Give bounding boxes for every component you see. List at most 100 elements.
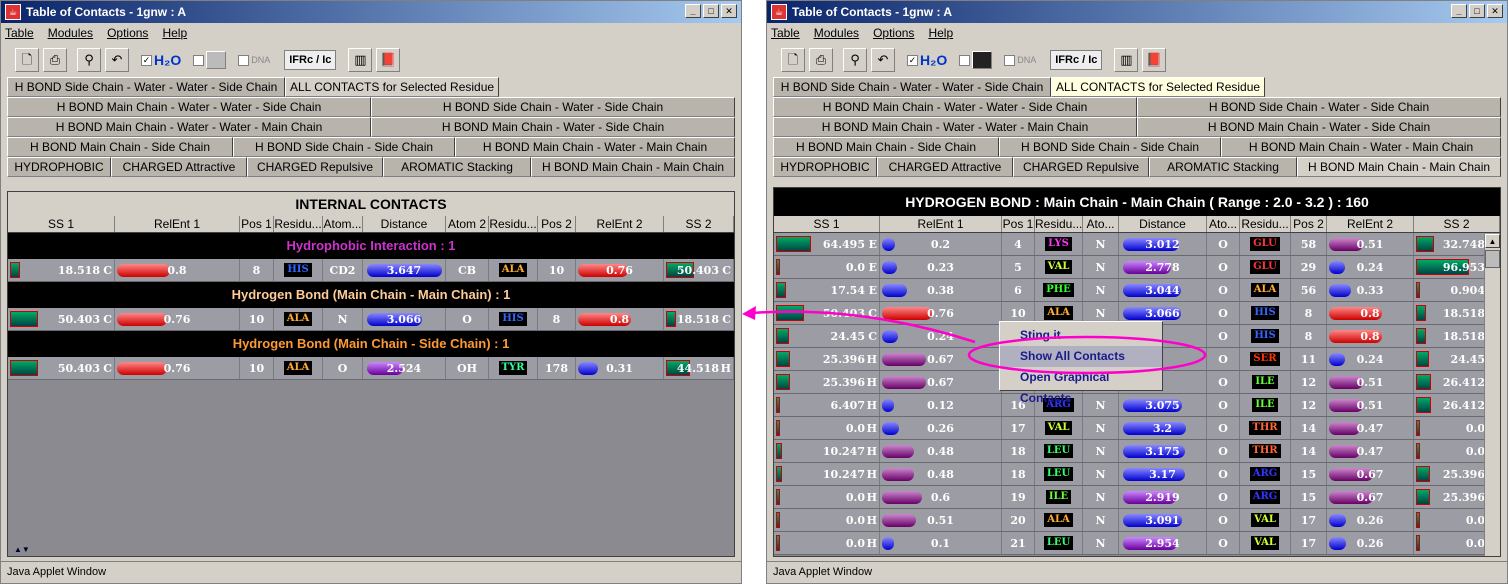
- table-row[interactable]: 64.495E 0.2 4 LYS N 3.012 O GLU 58 0.51 32.748 E: [774, 233, 1500, 256]
- column-header[interactable]: Pos 2: [538, 216, 576, 232]
- column-header[interactable]: Distance: [1119, 216, 1207, 232]
- table-row[interactable]: 0.0H0.121LEUN2.954OVAL170.260.0H: [774, 532, 1500, 555]
- print-icon[interactable]: ⎙: [809, 48, 833, 72]
- new-file-icon[interactable]: 🗋: [15, 48, 39, 72]
- tab-charged-repulsive[interactable]: CHARGED Repulsive: [247, 157, 383, 177]
- table-row[interactable]: 50.403 C 0.76 10 ALA O 2.524 OH TYR 178 0.31 44.518…: [8, 357, 734, 380]
- menu-item-sting-it[interactable]: Sting it: [1000, 325, 1162, 346]
- table-row[interactable]: 50.403C0.7610ALAN3.066OHIS80.818.518C: [8, 308, 734, 331]
- menu-modules[interactable]: Modules: [48, 26, 93, 40]
- table-row[interactable]: 10.247H 0.48 18 LEU N 3.175 O THR 14 0.47 0.0 H: [774, 440, 1500, 463]
- binoculars-icon[interactable]: ⚲: [843, 48, 867, 72]
- tab-hbond-mc-w-sc[interactable]: H BOND Main Chain - Water - Side Chain: [371, 117, 735, 137]
- column-header[interactable]: Ato...: [1083, 216, 1119, 232]
- chart-icon[interactable]: ▥: [348, 48, 373, 72]
- close-button[interactable]: ✕: [1487, 4, 1503, 18]
- tab-hbond-mc-w-w-mc[interactable]: H BOND Main Chain - Water - Water - Main…: [773, 117, 1137, 137]
- menu-help[interactable]: Help: [928, 26, 953, 40]
- table-row[interactable]: 17.54E 0.38 6 PHE N 3.044 O ALA 56 0.33 0.904 E: [774, 279, 1500, 302]
- water-checkbox[interactable]: ✓: [141, 54, 152, 66]
- water-checkbox[interactable]: ✓: [907, 54, 918, 66]
- ifrc-button[interactable]: IFRc / Ic: [1050, 50, 1103, 70]
- tab-hbond-sc-sc[interactable]: H BOND Side Chain - Side Chain: [999, 137, 1221, 157]
- tab-hbond-mc-mc[interactable]: H BOND Main Chain - Main Chain: [1297, 157, 1501, 177]
- column-header[interactable]: SS 1: [8, 216, 115, 232]
- tab-hydrophobic[interactable]: HYDROPHOBIC: [7, 157, 111, 177]
- print-icon[interactable]: ⎙: [43, 48, 67, 72]
- tab-hbond-mc-w-mc[interactable]: H BOND Main Chain - Water - Main Chain: [455, 137, 735, 157]
- tab-hbond-mc-w-w-sc[interactable]: H BOND Main Chain - Water - Water - Side…: [7, 97, 371, 117]
- tab-hbond-sc-w-w-sc[interactable]: H BOND Side Chain - Water - Water - Side…: [773, 77, 1051, 97]
- menu-table[interactable]: Table: [771, 26, 800, 40]
- tab-hbond-sc-sc[interactable]: H BOND Side Chain - Side Chain: [233, 137, 455, 157]
- tab-all-contacts[interactable]: ALL CONTACTS for Selected Residue: [285, 77, 500, 97]
- tab-charged-repulsive[interactable]: CHARGED Repulsive: [1013, 157, 1149, 177]
- tab-hydrophobic[interactable]: HYDROPHOBIC: [773, 157, 877, 177]
- tab-hbond-sc-w-w-sc[interactable]: H BOND Side Chain - Water - Water - Side…: [7, 77, 285, 97]
- tab-aromatic-stacking[interactable]: AROMATIC Stacking: [383, 157, 531, 177]
- menu-options[interactable]: Options: [873, 26, 914, 40]
- table-row[interactable]: 0.0H 0.6 19 ILE N 2.919 O ARG 15 0.67 25.396 H: [774, 486, 1500, 509]
- table-row[interactable]: 10.247H 0.48 18 LEU N 3.17 O ARG 15 0.67 25.396 H: [774, 463, 1500, 486]
- table-row[interactable]: 6.407H0.1216ARGN3.075OILE120.5126.412H: [774, 394, 1500, 417]
- title-bar[interactable]: ☕ Table of Contacts - 1gnw : A _ □ ✕: [1, 1, 741, 23]
- maximize-button[interactable]: □: [1469, 4, 1485, 18]
- tab-charged-attractive[interactable]: CHARGED Attractive: [877, 157, 1013, 177]
- scroll-thumb[interactable]: [1485, 250, 1500, 268]
- column-header[interactable]: Ato...: [1207, 216, 1240, 232]
- table-row[interactable]: 0.0H0.2617VALN3.2OTHR140.470.0H: [774, 417, 1500, 440]
- vertical-scrollbar[interactable]: ▲: [1484, 234, 1500, 556]
- menu-options[interactable]: Options: [107, 26, 148, 40]
- table-row[interactable]: 0.0H0.5120ALAN3.091OVAL170.260.0H: [774, 509, 1500, 532]
- maximize-button[interactable]: □: [703, 4, 719, 18]
- menu-modules[interactable]: Modules: [814, 26, 859, 40]
- column-header[interactable]: Atom...: [323, 216, 363, 232]
- column-header[interactable]: Residu...: [489, 216, 538, 232]
- dna-checkbox[interactable]: [1004, 54, 1016, 66]
- ifrc-button[interactable]: IFRc / Ic: [284, 50, 337, 70]
- column-header[interactable]: RelEnt 2: [576, 216, 664, 232]
- column-header[interactable]: Pos 1: [1002, 216, 1035, 232]
- tab-hbond-sc-w-sc[interactable]: H BOND Side Chain - Water - Side Chain: [1137, 97, 1501, 117]
- column-header[interactable]: Distance: [363, 216, 446, 232]
- tab-hbond-mc-sc[interactable]: H BOND Main Chain - Side Chain: [7, 137, 233, 157]
- book-icon[interactable]: 📕: [376, 48, 401, 72]
- menu-item-show-all-contacts[interactable]: Show All Contacts: [1000, 346, 1162, 367]
- tab-hbond-mc-w-w-sc[interactable]: H BOND Main Chain - Water - Water - Side…: [773, 97, 1137, 117]
- table-row[interactable]: 0.0E 0.23 5 VAL N 2.778 O GLU 29 0.24 96.953 E: [774, 256, 1500, 279]
- tab-hbond-mc-mc[interactable]: H BOND Main Chain - Main Chain: [531, 157, 735, 177]
- tab-hbond-mc-sc[interactable]: H BOND Main Chain - Side Chain: [773, 137, 999, 157]
- column-header[interactable]: Residu...: [274, 216, 323, 232]
- tab-hbond-mc-w-w-mc[interactable]: H BOND Main Chain - Water - Water - Main…: [7, 117, 371, 137]
- column-header[interactable]: SS 2: [664, 216, 734, 232]
- scroll-up-icon[interactable]: ▲: [1485, 234, 1500, 248]
- ligand-checkbox[interactable]: [193, 54, 205, 66]
- column-header[interactable]: Atom 2: [446, 216, 489, 232]
- minimize-button[interactable]: _: [1451, 4, 1467, 18]
- menu-table[interactable]: Table: [5, 26, 34, 40]
- column-header[interactable]: Residu...: [1035, 216, 1083, 232]
- undo-icon[interactable]: ↶: [105, 48, 129, 72]
- close-button[interactable]: ✕: [721, 4, 737, 18]
- column-header[interactable]: SS 1: [774, 216, 880, 232]
- split-arrows-icon[interactable]: ▲▼: [14, 545, 30, 554]
- tab-aromatic-stacking[interactable]: AROMATIC Stacking: [1149, 157, 1297, 177]
- column-header[interactable]: Residu...: [1240, 216, 1291, 232]
- new-file-icon[interactable]: 🗋: [781, 48, 805, 72]
- book-icon[interactable]: 📕: [1142, 48, 1167, 72]
- column-header[interactable]: Pos 1: [240, 216, 274, 232]
- tab-hbond-mc-w-mc[interactable]: H BOND Main Chain - Water - Main Chain: [1221, 137, 1501, 157]
- menu-item-open-graphical-contacts[interactable]: Open Graphical Contacts: [1000, 367, 1162, 405]
- dna-checkbox[interactable]: [238, 54, 250, 66]
- column-header[interactable]: Pos 2: [1291, 216, 1327, 232]
- column-header[interactable]: RelEnt 1: [115, 216, 240, 232]
- tab-all-contacts[interactable]: ALL CONTACTS for Selected Residue: [1051, 77, 1266, 97]
- tab-charged-attractive[interactable]: CHARGED Attractive: [111, 157, 247, 177]
- tab-hbond-mc-w-sc[interactable]: H BOND Main Chain - Water - Side Chain: [1137, 117, 1501, 137]
- column-header[interactable]: RelEnt 2: [1327, 216, 1414, 232]
- minimize-button[interactable]: _: [685, 4, 701, 18]
- title-bar[interactable]: ☕ Table of Contacts - 1gnw : A _ □ ✕: [767, 1, 1507, 23]
- binoculars-icon[interactable]: ⚲: [77, 48, 101, 72]
- ligand-checkbox[interactable]: [959, 54, 971, 66]
- tab-hbond-sc-w-sc[interactable]: H BOND Side Chain - Water - Side Chain: [371, 97, 735, 117]
